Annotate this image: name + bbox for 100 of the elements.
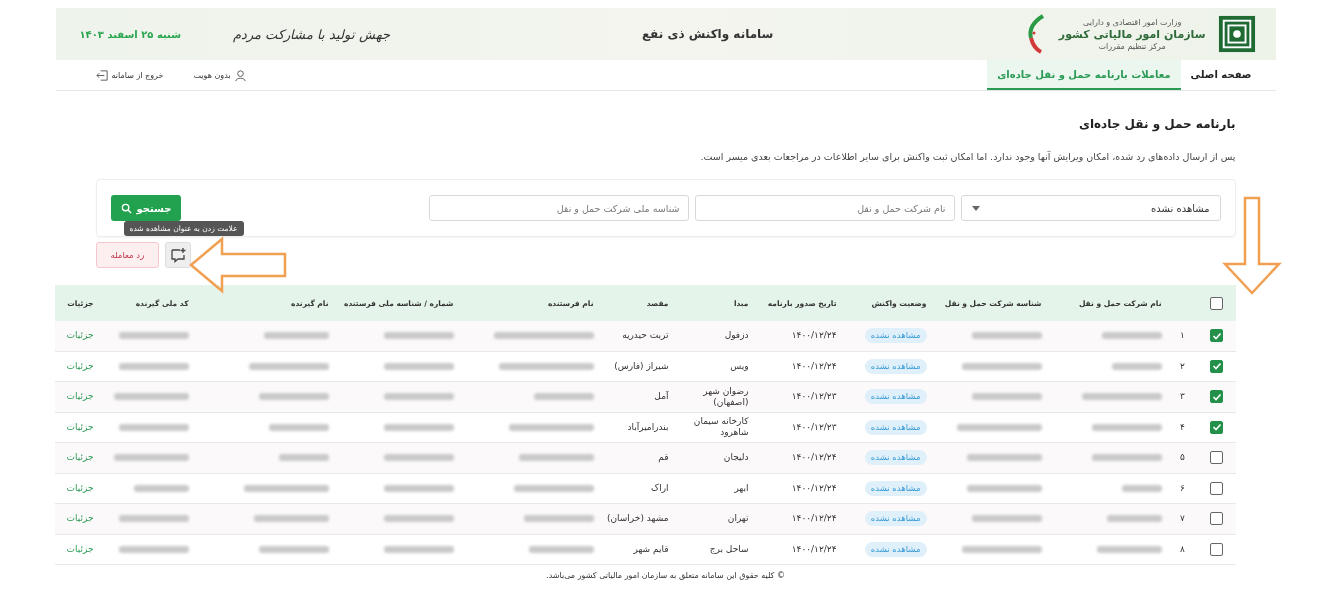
issue-date-cell: ۱۴۰۰/۱۲/۲۴ [754,534,843,565]
redacted-text [1091,423,1162,431]
redacted-text [971,393,1042,401]
details-link[interactable]: جزئیات [66,543,94,554]
page-title: بارنامه حمل و نقل جاده‌ای [1077,117,1236,131]
nav-tab[interactable]: معاملات بارنامه حمل و نقل جاده‌ای [987,60,1181,90]
redacted-text [118,423,189,431]
destination-cell: قایم شهر [599,534,675,565]
origin-cell: رضوان شهر (اصفهان) [674,381,755,412]
row-checkbox[interactable] [1210,329,1223,343]
select-all-checkbox[interactable] [1210,296,1223,310]
status-badge: مشاهده نشده [864,541,927,557]
status-badge: مشاهده نشده [864,419,927,435]
user-icon [233,68,247,82]
destination-cell: مشهد (خراسان) [599,503,675,534]
search-icon [120,202,132,214]
caret-icon [971,205,980,211]
emblem-logo-icon [1217,15,1256,53]
redacted-text [118,362,189,370]
company-id-field[interactable]: شناسه ملی شرکت حمل و نقل [428,195,689,221]
destination-cell: آمل [599,381,675,412]
row-number: ۲ [1167,351,1198,382]
status-badge: مشاهده نشده [864,389,927,405]
redacted-text [258,393,329,401]
origin-cell: دزفول [674,321,755,351]
destination-cell: شیراز (فارس) [599,351,675,382]
redacted-text [383,484,454,492]
redacted-text [263,332,329,340]
date-text: شنبه ۲۵ اسفند ۱۴۰۳ [79,28,181,40]
status-badge: مشاهده نشده [864,358,927,374]
mark-seen-button[interactable] [165,242,192,268]
slogan-text: جهش تولید با مشارکت مردم [232,26,391,42]
row-checkbox[interactable] [1210,512,1223,526]
destination-cell: بندرامیرآباد [599,412,675,443]
origin-cell: ویس [674,351,755,382]
details-link[interactable]: جزئیات [66,360,94,371]
status-dropdown[interactable]: مشاهده نشده [960,195,1221,221]
redacted-text [383,545,454,553]
row-number: ۱ [1167,321,1198,351]
search-button[interactable]: جستجو [110,195,182,221]
origin-cell: ابهر [674,473,755,504]
redacted-text [383,423,454,431]
row-checkbox[interactable] [1210,390,1223,404]
redacted-text [523,515,594,523]
page-description: پس از ارسال داده‌های رد شده، امکان ویرایش آنها وجود ندارد. اما امکان ثبت واکنش برای سایر اطلاعات در مراجعات بعدی میسر است. [699,151,1236,162]
redacted-text [383,454,454,462]
redacted-text [133,484,189,492]
destination-cell: قم [599,442,675,473]
issue-date-cell: ۱۴۰۰/۱۲/۲۳ [754,412,843,443]
details-link[interactable]: جزئیات [66,421,94,432]
origin-cell: کارخانه سیمان شاهرود [674,412,755,443]
redacted-text [971,515,1042,523]
row-number: ۸ [1167,534,1198,565]
destination-cell: تربت حیدریه [599,321,675,351]
footer-copyright: © کلیه حقوق این سامانه متعلق به سازمان امور مالیاتی کشور می‌باشد. [545,571,786,580]
row-checkbox[interactable] [1210,542,1223,556]
status-badge: مشاهده نشده [864,450,927,466]
status-badge: مشاهده نشده [864,480,927,496]
redacted-text [533,393,594,401]
origin-cell: تهران [674,503,755,534]
exit-icon [95,68,109,82]
redacted-text [1096,545,1162,553]
row-checkbox[interactable] [1210,451,1223,465]
row-number: ۶ [1167,473,1198,504]
logout-link[interactable]: خروج از سامانه [111,70,164,80]
redacted-text [383,393,454,401]
status-badge: مشاهده نشده [864,328,927,344]
issue-date-cell: ۱۴۰۰/۱۲/۲۴ [754,321,843,351]
issue-date-cell: ۱۴۰۰/۱۲/۲۴ [754,351,843,382]
redacted-text [118,545,189,553]
details-link[interactable]: جزئیات [66,482,94,493]
redacted-text [268,423,329,431]
issue-date-cell: ۱۴۰۰/۱۲/۲۴ [754,442,843,473]
organization-name: سازمان امور مالیاتی کشور [1058,27,1206,41]
status-badge: مشاهده نشده [864,511,927,527]
redacted-text [1106,515,1162,523]
redacted-text [1091,454,1162,462]
company-name-field[interactable]: نام شرکت حمل و نقل [694,195,955,221]
redacted-text [383,332,454,340]
ministry-name: وزارت امور اقتصادی و دارایی [1083,17,1182,27]
redacted-text [971,332,1042,340]
nav-tab[interactable]: صفحه اصلی [1180,60,1262,90]
redacted-text [258,545,329,553]
system-title: سامانه واکنش ذی نفع [640,27,775,41]
redacted-text [1101,332,1162,340]
user-label[interactable]: بدون هویت [193,70,231,80]
row-checkbox[interactable] [1210,359,1223,373]
origin-cell: ساحل برج [674,534,755,565]
issue-date-cell: ۱۴۰۰/۱۲/۲۳ [754,381,843,412]
reject-button[interactable]: رد معامله [95,242,160,268]
redacted-text [528,545,594,553]
redacted-text [383,515,454,523]
issue-date-cell: ۱۴۰۰/۱۲/۲۴ [754,473,843,504]
row-number: ۴ [1167,412,1198,443]
row-checkbox[interactable] [1210,420,1223,434]
row-checkbox[interactable] [1210,481,1223,495]
origin-cell: دلیجان [674,442,755,473]
comment-plus-icon [170,247,187,263]
redacted-text [278,454,329,462]
redacted-text [118,332,189,340]
